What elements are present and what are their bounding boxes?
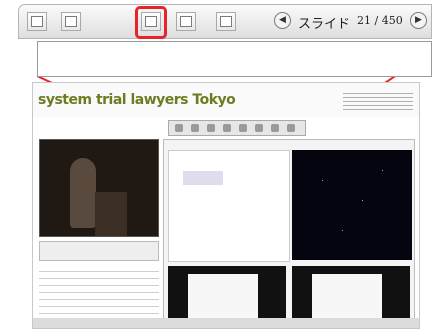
outline-view-icon	[180, 16, 192, 27]
inner-toolbar	[168, 120, 306, 136]
expansion-frame	[37, 41, 432, 77]
outline-view-button[interactable]	[176, 12, 196, 31]
chevron-left-icon: ◀	[279, 15, 286, 25]
podium	[95, 192, 127, 236]
chevron-right-icon: ▶	[415, 15, 422, 25]
title-suffix: Tokyo	[192, 92, 236, 108]
screenshot-header: system trial lawyers Tokyo	[33, 83, 419, 117]
slides-tile-panel	[163, 139, 415, 328]
tiles-view-screenshot: system trial lawyers Tokyo	[32, 82, 420, 329]
slide-tile	[292, 150, 412, 260]
screenshot-title: system trial lawyers Tokyo	[38, 92, 236, 108]
slide-counter: 21 / 450	[357, 14, 403, 27]
list-view-button[interactable]	[216, 12, 236, 31]
list-view-icon	[220, 16, 232, 27]
next-slide-button[interactable]: ▶	[410, 12, 427, 29]
title-prefix: system	[38, 92, 96, 108]
presentation-toolbar: ◀ スライド 21 / 450 ▶	[18, 4, 432, 39]
screenshot-footer	[33, 318, 419, 328]
slide-navigation: ◀ スライド 21 / 450 ▶	[274, 12, 431, 32]
title-main: trial lawyers	[95, 92, 189, 108]
video-player	[39, 139, 159, 237]
notes-view-icon	[31, 16, 43, 27]
slide-view-icon	[65, 16, 77, 27]
screenshot-meta-text	[343, 90, 413, 112]
video-controls	[39, 241, 159, 261]
slide-tile	[168, 150, 290, 262]
slide-view-button[interactable]	[61, 12, 81, 31]
speaker-figure	[70, 158, 96, 228]
previous-slide-button[interactable]: ◀	[274, 12, 291, 29]
slide-label: スライド	[298, 17, 351, 32]
notes-view-button[interactable]	[27, 12, 47, 31]
highlight-box	[135, 6, 167, 39]
speaker-info	[39, 265, 159, 325]
